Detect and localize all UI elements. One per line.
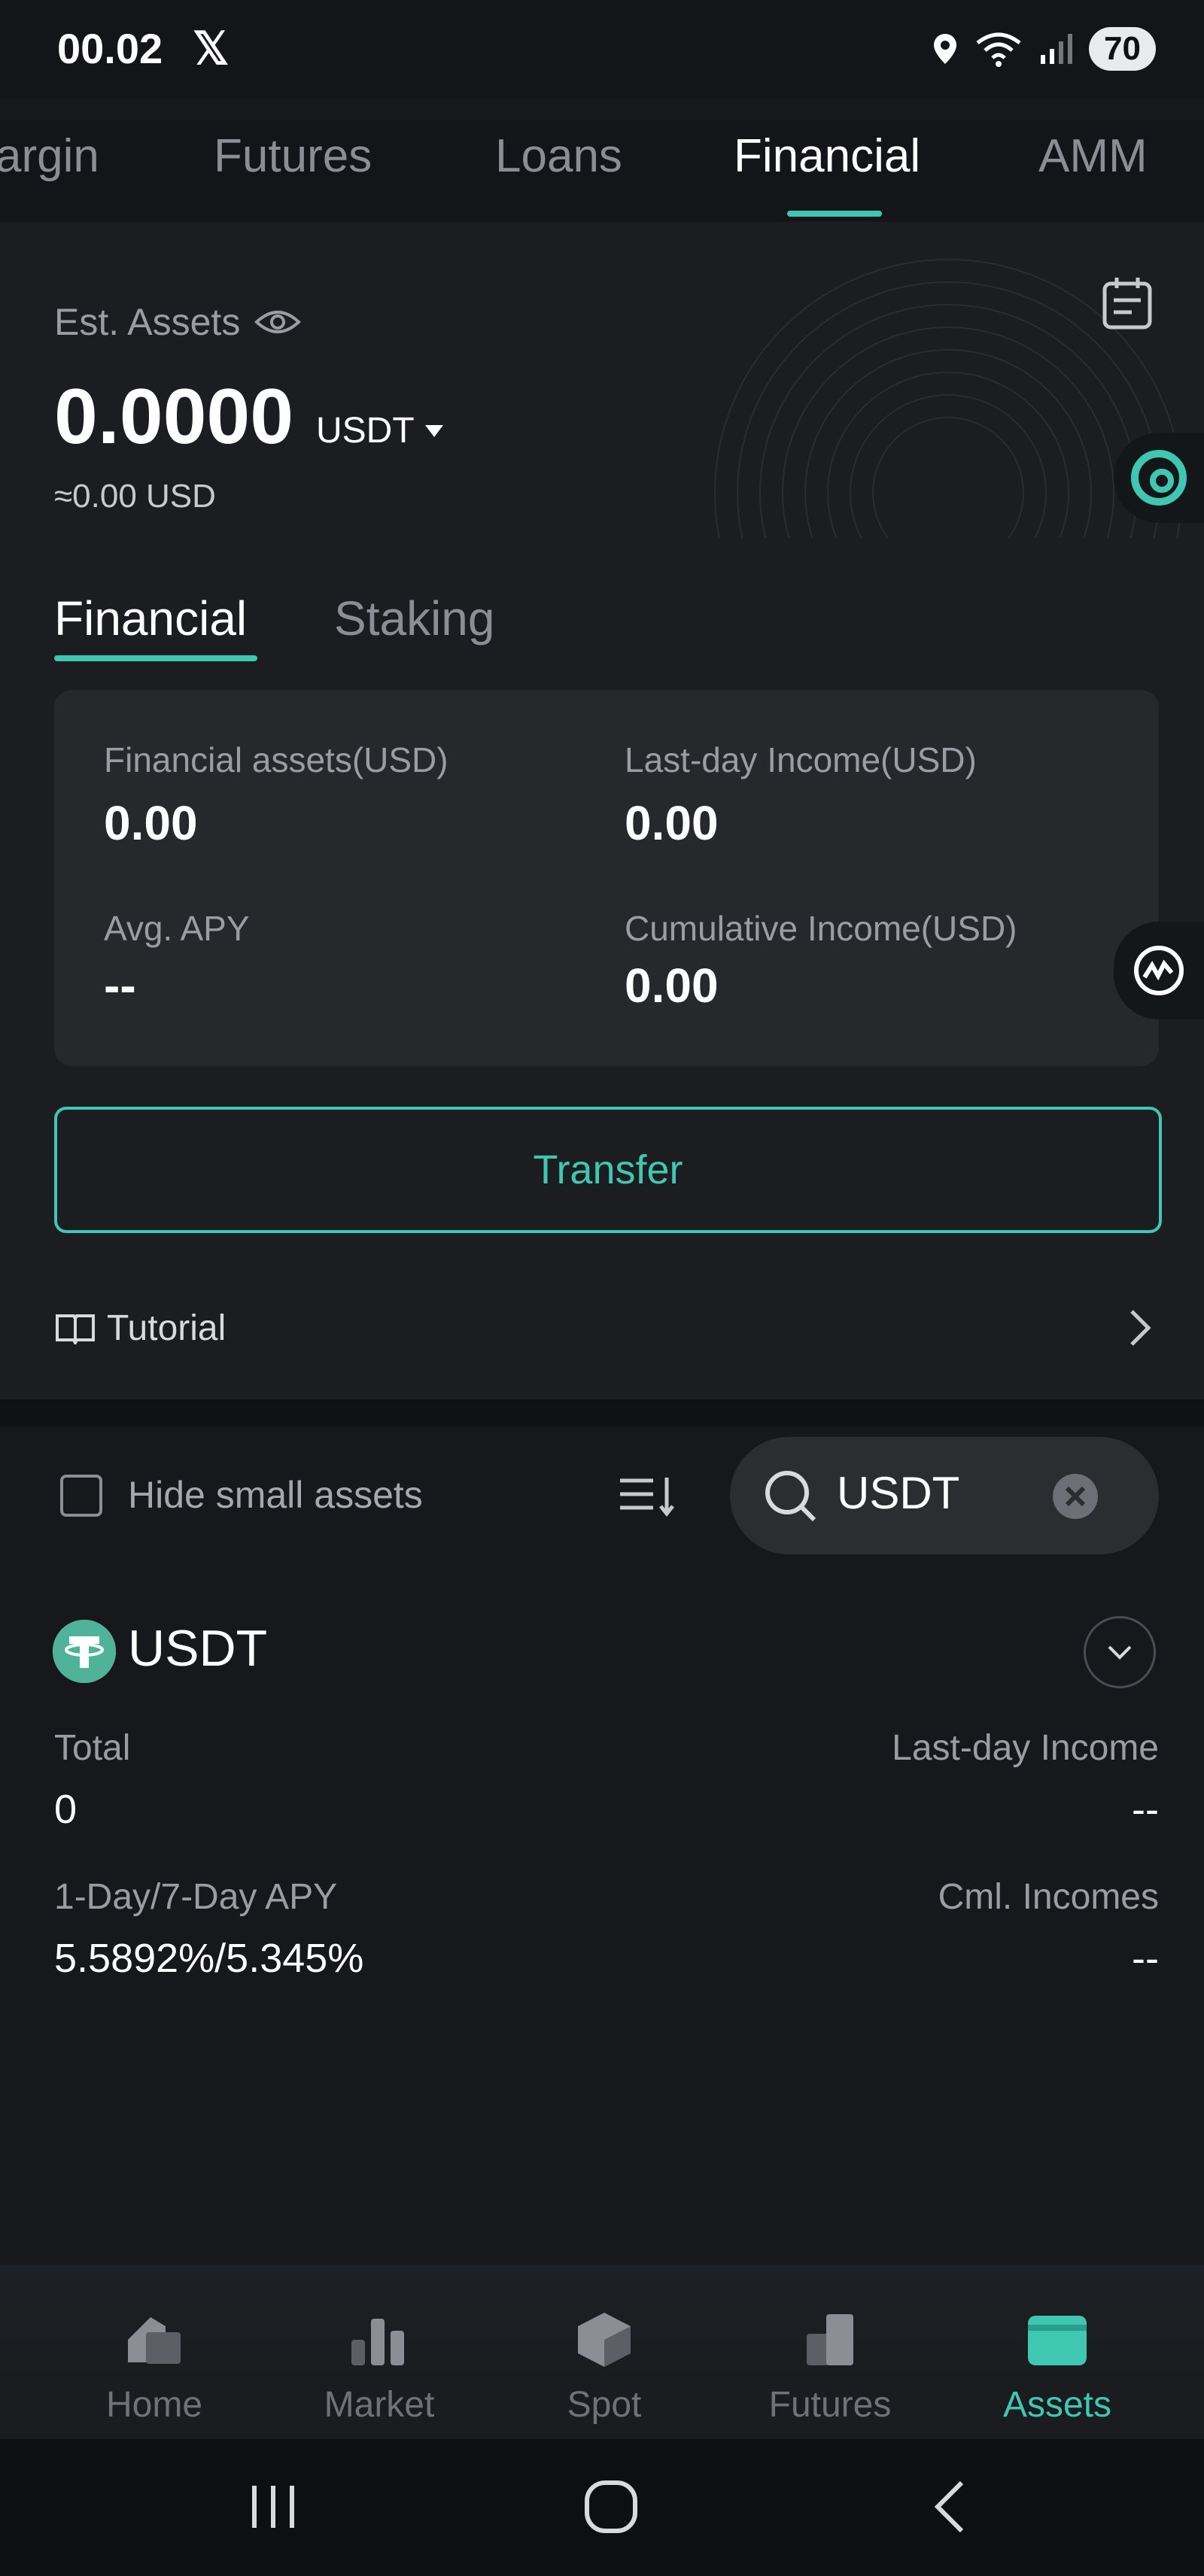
total-label: Total	[54, 1728, 131, 1768]
location-icon	[934, 34, 957, 64]
financial-assets-screen: 00.02 𝕏 70 argin Futures Loans Financial…	[0, 0, 1204, 2576]
transfer-button[interactable]: Transfer	[54, 1107, 1162, 1233]
nav-assets-label: Assets	[1002, 2385, 1112, 2425]
subtab-staking[interactable]: Staking	[334, 591, 494, 646]
book-icon	[56, 1314, 95, 1344]
home-icon	[128, 2317, 181, 2364]
tab-futures[interactable]: Futures	[214, 129, 372, 183]
system-navigation-bar	[0, 2439, 1204, 2576]
cmc-logo-icon	[1134, 946, 1184, 995]
last-day-income-field-value: --	[1132, 1787, 1159, 1832]
spot-icon	[578, 2313, 631, 2367]
avg-apy-value: --	[104, 958, 136, 1013]
home-button-icon[interactable]	[582, 2478, 640, 2535]
hide-small-assets-checkbox[interactable]	[60, 1475, 102, 1517]
coingecko-float-button[interactable]	[1114, 433, 1204, 523]
nav-market[interactable]: Market	[296, 2310, 462, 2426]
approx-usd: ≈0.00 USD	[54, 478, 216, 515]
est-assets-label: Est. Assets	[54, 300, 302, 344]
search-field[interactable]: USDT	[730, 1437, 1159, 1554]
sort-icon[interactable]	[617, 1473, 677, 1518]
active-tab-indicator	[787, 211, 882, 217]
apy-value: 5.5892%/5.345%	[54, 1936, 364, 1981]
last-day-income-field-label: Last-day Income	[892, 1728, 1159, 1768]
currency-unit: USDT	[316, 411, 415, 451]
total-value: 0	[54, 1787, 78, 1832]
usdt-coin-icon	[53, 1620, 116, 1683]
nav-market-label: Market	[324, 2385, 435, 2425]
chevron-right-icon	[1130, 1310, 1151, 1346]
avg-apy-label: Avg. APY	[104, 909, 250, 948]
signal-icon	[1041, 34, 1073, 64]
assets-card: Est. Assets 0.0000 USDT ≈0.00 USD Financ…	[0, 222, 1204, 1399]
caret-down-icon	[424, 424, 443, 437]
tab-margin[interactable]: argin	[0, 129, 99, 183]
last-day-income-label: Last-day Income(USD)	[625, 740, 977, 779]
tutorial-label: Tutorial	[107, 1308, 227, 1348]
tab-loans[interactable]: Loans	[495, 129, 622, 183]
eye-icon[interactable]	[254, 307, 302, 337]
subtab-financial[interactable]: Financial	[54, 591, 247, 646]
tab-amm[interactable]: AMM	[1038, 129, 1148, 183]
recent-apps-icon[interactable]	[247, 2483, 299, 2531]
battery-indicator: 70	[1089, 27, 1156, 71]
tutorial-row[interactable]: Tutorial	[54, 1298, 1159, 1358]
wifi-icon	[976, 32, 1021, 67]
back-icon[interactable]	[930, 2478, 968, 2535]
status-icons: 70	[932, 23, 1156, 75]
nav-home-label: Home	[105, 2385, 203, 2425]
total-assets-amount: 0.0000	[54, 373, 294, 460]
nav-spot[interactable]: Spot	[521, 2310, 687, 2426]
cumulative-income-label: Cumulative Income(USD)	[625, 909, 1017, 948]
currency-selector[interactable]: USDT	[316, 410, 445, 451]
nav-assets[interactable]: Assets	[974, 2310, 1140, 2426]
tether-icon	[53, 1620, 116, 1683]
clear-search-icon[interactable]	[1052, 1473, 1099, 1520]
cml-incomes-label: Cml. Incomes	[938, 1877, 1159, 1917]
futures-icon	[807, 2314, 853, 2365]
assets-wallet-icon	[1028, 2316, 1087, 2365]
hide-small-assets-label: Hide small assets	[128, 1474, 423, 1516]
status-time: 00.02	[57, 25, 163, 72]
x-app-icon: 𝕏	[193, 23, 230, 74]
market-icon	[351, 2319, 404, 2365]
cumulative-income-value: 0.00	[625, 958, 719, 1013]
status-bar: 00.02 𝕏 70	[0, 0, 1204, 98]
subtab-indicator	[54, 655, 257, 661]
chevron-down-icon	[1108, 1645, 1132, 1660]
search-input[interactable]: USDT	[837, 1467, 959, 1519]
swirl-logo-icon	[1131, 450, 1187, 506]
search-icon	[765, 1471, 816, 1522]
financial-summary-box: Financial assets(USD) 0.00 Last-day Inco…	[54, 690, 1159, 1066]
nav-spot-label: Spot	[567, 2385, 642, 2425]
financial-assets-label: Financial assets(USD)	[104, 740, 448, 779]
tab-financial[interactable]: Financial	[734, 129, 920, 183]
coinmarketcap-float-button[interactable]	[1114, 922, 1204, 1019]
apy-label: 1-Day/7-Day APY	[54, 1877, 338, 1917]
calendar-icon[interactable]	[1099, 275, 1156, 332]
coin-name: USDT	[128, 1620, 268, 1677]
bottom-navigation: Home Market Spot Futures Assets	[0, 2265, 1204, 2439]
nav-futures[interactable]: Futures	[747, 2310, 913, 2426]
expand-coin-button[interactable]	[1084, 1616, 1156, 1688]
financial-assets-value: 0.00	[104, 796, 198, 850]
nav-futures-label: Futures	[768, 2385, 892, 2425]
last-day-income-value: 0.00	[625, 796, 719, 850]
top-tab-bar: argin Futures Loans Financial AMM	[0, 120, 1204, 222]
cml-incomes-value: --	[1132, 1936, 1159, 1981]
section-separator	[0, 1399, 1204, 1426]
nav-home[interactable]: Home	[71, 2310, 237, 2426]
est-assets-text: Est. Assets	[54, 301, 241, 343]
